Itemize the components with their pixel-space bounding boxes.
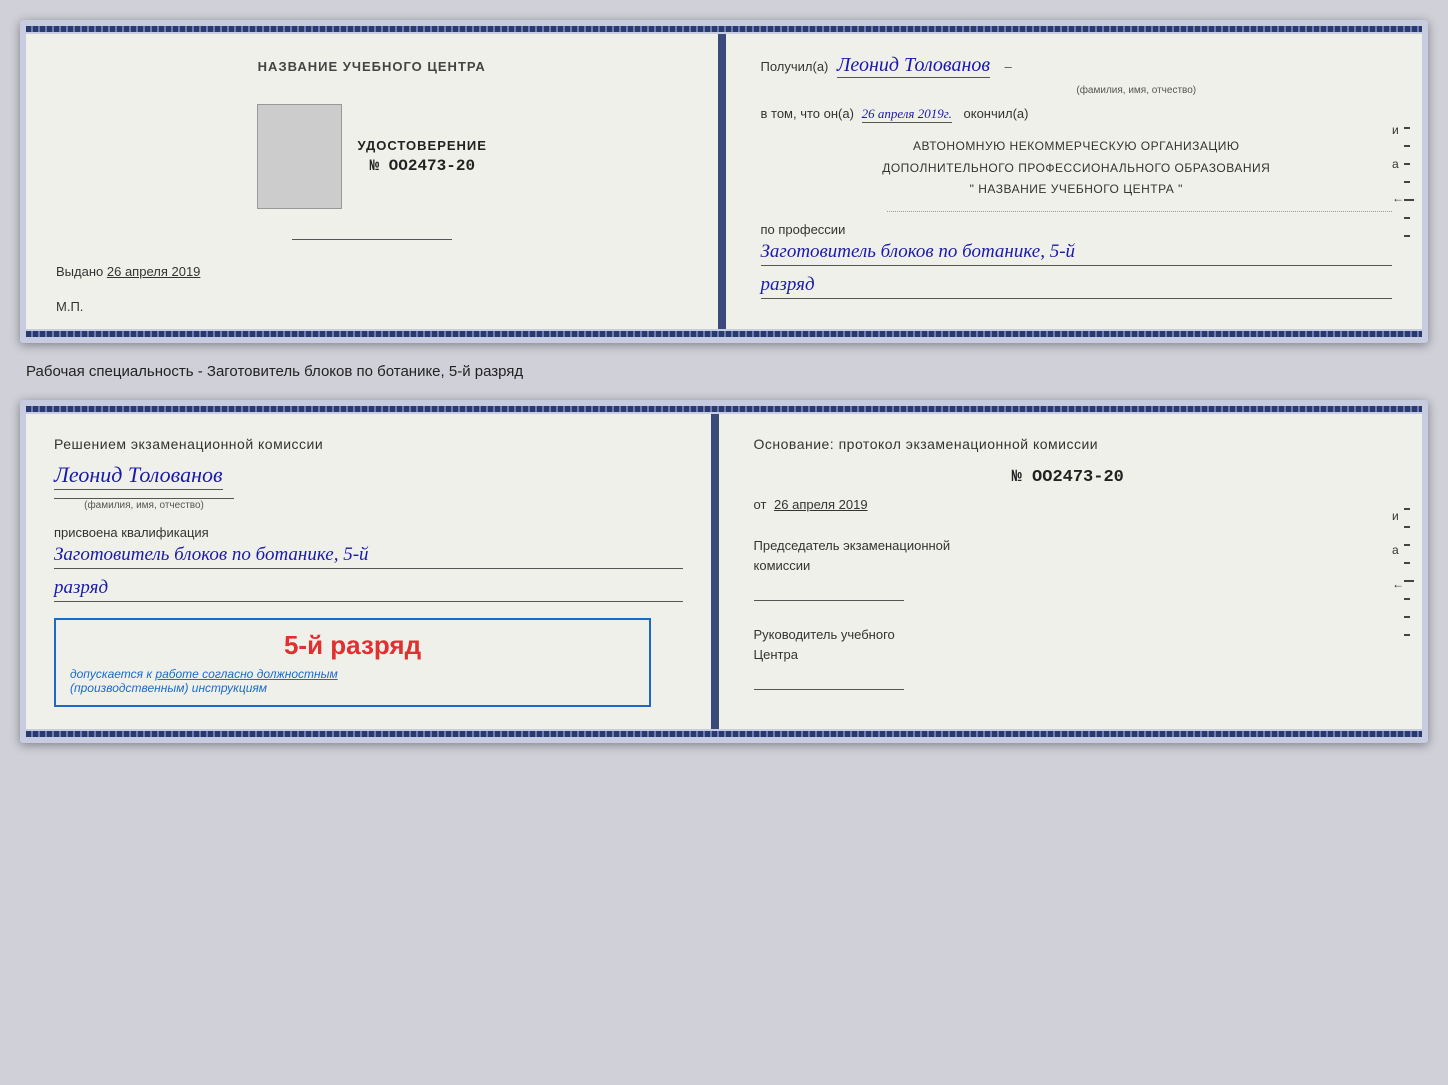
basis-title: Основание: протокол экзаменационной коми… [754, 436, 1383, 452]
org-line2: ДОПОЛНИТЕЛЬНОГО ПРОФЕССИОНАЛЬНОГО ОБРАЗО… [761, 158, 1393, 180]
mp-label: М.П. [56, 299, 83, 314]
org-line3: " НАЗВАНИЕ УЧЕБНОГО ЦЕНТРА " [761, 179, 1393, 201]
qualification-value: Заготовитель блоков по ботанике, 5-й [54, 544, 683, 569]
stamp-box: 5-й разряд допускается к работе согласно… [54, 618, 651, 707]
from-date: 26 апреля 2019 [774, 497, 868, 512]
head-sig-line [754, 670, 904, 690]
page-wrapper: НАЗВАНИЕ УЧЕБНОГО ЦЕНТРА УДОСТОВЕРЕНИЕ №… [20, 20, 1428, 743]
top-doc-left: НАЗВАНИЕ УЧЕБНОГО ЦЕНТРА УДОСТОВЕРЕНИЕ №… [26, 34, 726, 329]
stamp-allowed: допускается к [70, 667, 152, 681]
org-line1: АВТОНОМНУЮ НЕКОММЕРЧЕСКУЮ ОРГАНИЗАЦИЮ [761, 136, 1393, 158]
head-label: Руководитель учебного [754, 627, 895, 642]
fio-label-top: (фамилия, имя, отчество) [881, 85, 1393, 96]
side-marks-bottom [1404, 414, 1414, 729]
fio-label-bottom: (фамилия, имя, отчество) [54, 498, 234, 511]
completed-date: 26 апреля 2019г. [862, 106, 952, 123]
chairman-sig-line [754, 581, 904, 601]
description-line: Рабочая специальность - Заготовитель бло… [20, 361, 1428, 382]
from-label: от [754, 497, 767, 512]
top-document: НАЗВАНИЕ УЧЕБНОГО ЦЕНТРА УДОСТОВЕРЕНИЕ №… [20, 20, 1428, 343]
profession-label: по профессии [761, 222, 1393, 237]
cert-number: № OO2473-20 [369, 157, 475, 175]
cert-label: УДОСТОВЕРЕНИЕ [358, 138, 487, 153]
person-name: Леонид Толованов [54, 462, 223, 490]
training-center-title: НАЗВАНИЕ УЧЕБНОГО ЦЕНТРА [258, 59, 486, 74]
decision-title: Решением экзаменационной комиссии [54, 436, 683, 452]
stamp-instructions: (производственным) инструкциям [70, 681, 635, 695]
recipient-name: Леонид Толованов [837, 54, 990, 78]
bottom-doc-left: Решением экзаменационной комиссии Леонид… [26, 414, 719, 729]
issued-label: Выдано [56, 264, 103, 279]
chairman-label: Председатель экзаменационной [754, 538, 951, 553]
side-marks [1404, 34, 1414, 329]
right-letters: и а ← [1392, 123, 1404, 205]
completed-prefix: в том, что он(а) [761, 106, 854, 121]
razryad-value-top: разряд [761, 274, 1393, 299]
photo-placeholder [257, 104, 342, 209]
recipient-prefix: Получил(а) [761, 59, 829, 74]
issued-date: 26 апреля 2019 [107, 264, 201, 279]
right-letters-bottom: и а ← [1392, 509, 1404, 591]
bottom-doc-right: и а ← Основание: протокол экзаменационно… [719, 414, 1423, 729]
completed-suffix: окончил(а) [964, 106, 1029, 121]
protocol-number: № OO2473-20 [754, 468, 1383, 487]
profession-value: Заготовитель блоков по ботанике, 5-й [761, 241, 1393, 266]
stamp-grade: 5-й разряд [70, 630, 635, 661]
top-doc-right: и а ← Получил(а) Леонид Толованов – (фам… [726, 34, 1423, 329]
razryad-bottom: разряд [54, 577, 683, 602]
bottom-document: Решением экзаменационной комиссии Леонид… [20, 400, 1428, 743]
qualification-label: присвоена квалификация [54, 525, 683, 540]
head-label2: Центра [754, 647, 798, 662]
dash1: – [1005, 59, 1012, 74]
chairman-label2: комиссии [754, 558, 811, 573]
stamp-work: работе согласно должностным [155, 667, 337, 681]
